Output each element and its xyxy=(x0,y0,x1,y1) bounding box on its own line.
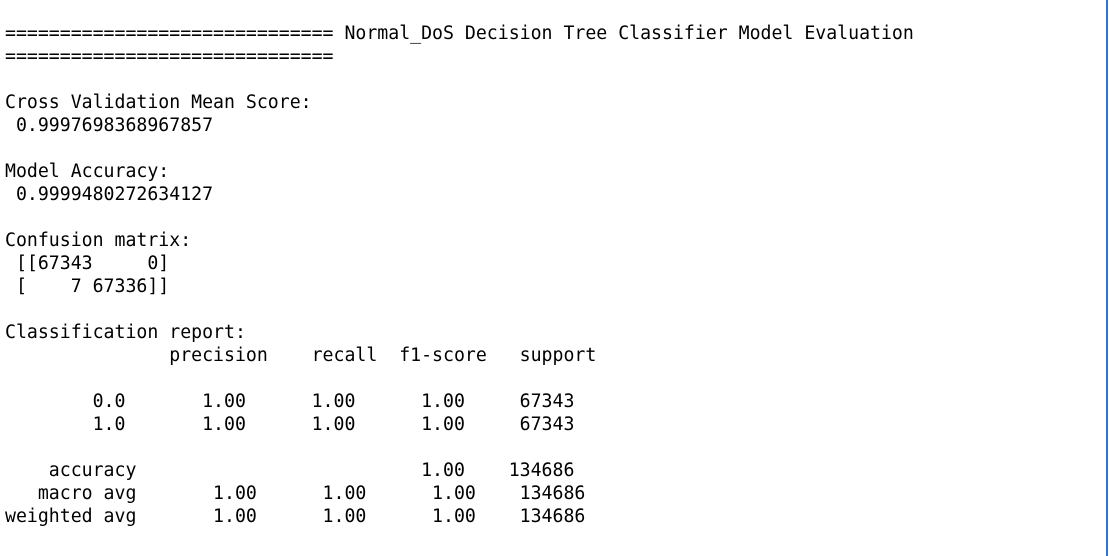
output-line-header: ============================== Normal_Do… xyxy=(5,23,914,44)
output-line-blank xyxy=(5,68,1095,91)
output-line-blank xyxy=(5,298,1095,321)
confusion-matrix-label: Confusion matrix: xyxy=(5,230,192,251)
console-output: ============================== Normal_Do… xyxy=(5,22,1095,542)
accuracy-label: Model Accuracy: xyxy=(5,161,170,182)
report-header-row: precision recall f1-score support xyxy=(5,345,597,366)
report-summary-row: accuracy 1.00 134686 xyxy=(5,460,575,481)
cv-score-value: 0.9997698368967857 xyxy=(5,115,214,136)
window-border xyxy=(1106,0,1108,556)
classification-report-label: Classification report: xyxy=(5,322,246,343)
cv-score-label: Cross Validation Mean Score: xyxy=(5,92,312,113)
console-window: ============================== Normal_Do… xyxy=(0,0,1109,556)
confusion-matrix-row: [[67343 0] xyxy=(5,253,170,274)
output-line-separator: ============================== xyxy=(5,46,334,67)
confusion-matrix-row: [ 7 67336]] xyxy=(5,276,170,297)
accuracy-value: 0.9999480272634127 xyxy=(5,184,214,205)
report-summary-row: macro avg 1.00 1.00 1.00 134686 xyxy=(5,483,586,504)
report-row: 0.0 1.00 1.00 1.00 67343 xyxy=(5,391,575,412)
report-row: 1.0 1.00 1.00 1.00 67343 xyxy=(5,414,575,435)
output-line-blank xyxy=(5,206,1095,229)
report-summary-row: weighted avg 1.00 1.00 1.00 134686 xyxy=(5,506,586,527)
output-line-blank xyxy=(5,137,1095,160)
output-line-blank xyxy=(5,367,1095,390)
output-line-blank xyxy=(5,436,1095,459)
